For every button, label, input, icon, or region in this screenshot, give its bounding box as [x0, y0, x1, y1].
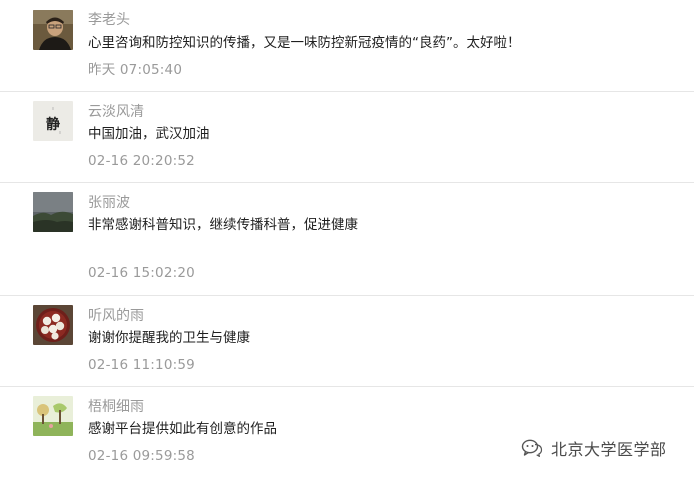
- commenter-name: 张丽波: [88, 195, 130, 211]
- comment-time: 昨天 07:05:40: [88, 62, 183, 78]
- wechat-official-account-icon: [521, 438, 543, 458]
- comment-item: 听风的雨 谢谢你提醒我的卫生与健康 02-16 11:10:59: [0, 296, 694, 386]
- avatar-calligraphy-text: 静: [46, 116, 60, 133]
- comment-text: 心里咨询和防控知识的传播，又是一味防控新冠疫情的“良药”。太好啦！: [88, 35, 521, 51]
- comment-text: 感谢平台提供如此有创意的作品: [88, 421, 277, 437]
- commenter-name: 听风的雨: [88, 308, 144, 324]
- comment-time: 02-16 15:02:20: [88, 265, 195, 281]
- comment-text: 非常感谢科普知识，继续传播科普，促进健康: [88, 217, 358, 233]
- watermark: 北京大学医学部: [521, 438, 667, 459]
- calligraphy-jing-avatar[interactable]: 静: [33, 101, 73, 141]
- landscape-avatar[interactable]: [33, 192, 73, 232]
- dumplings-plate-avatar[interactable]: [33, 305, 73, 345]
- watermark-text: 北京大学医学部: [551, 440, 667, 459]
- comment-time: 02-16 09:59:58: [88, 448, 195, 464]
- comment-time: 02-16 11:10:59: [88, 357, 195, 373]
- comment-text: 谢谢你提醒我的卫生与健康: [88, 330, 250, 346]
- commenter-name: 梧桐细雨: [88, 399, 144, 415]
- comment-time: 02-16 20:20:52: [88, 153, 195, 169]
- portrait-avatar[interactable]: [33, 10, 73, 50]
- comment-item: 静 云淡风清 中国加油，武汉加油 02-16 20:20:52: [0, 92, 694, 182]
- comment-text: 中国加油，武汉加油: [88, 126, 210, 142]
- comment-item: 张丽波 非常感谢科普知识，继续传播科普，促进健康 02-16 15:02:20: [0, 183, 694, 295]
- commenter-name: 云淡风清: [88, 104, 144, 120]
- nature-illustration-avatar[interactable]: [33, 396, 73, 436]
- comment-item: 梧桐细雨 感谢平台提供如此有创意的作品 02-16 09:59:58: [0, 387, 694, 477]
- comment-item: 李老头 心里咨询和防控知识的传播，又是一味防控新冠疫情的“良药”。太好啦！ 昨天…: [0, 0, 694, 92]
- commenter-name: 李老头: [88, 12, 130, 28]
